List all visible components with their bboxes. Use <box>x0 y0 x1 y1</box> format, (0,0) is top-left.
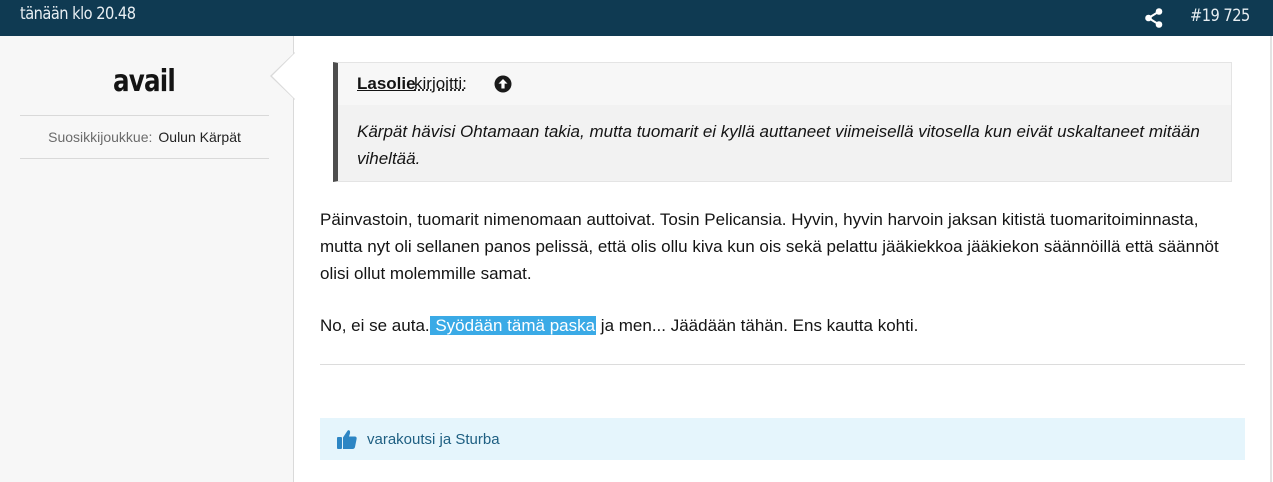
user-sidebar: avail Suosikkijoukkue: Oulun Kärpät <box>0 36 294 482</box>
post-body: Päinvastoin, tuomarit nimenomaan auttoiv… <box>320 206 1220 364</box>
post-text-segment: No, ei se auta. <box>320 316 430 335</box>
share-icon[interactable] <box>1143 7 1165 29</box>
quote-text: Kärpät hävisi Ohtamaan takia, mutta tuom… <box>357 122 1200 168</box>
speech-arrow-fill <box>272 53 295 99</box>
quote-wrote-link[interactable]: kirjoitti: <box>414 74 467 94</box>
post-header-bar: tänään klo 20.48 #19 725 <box>0 0 1273 36</box>
favorite-team-value: Oulun Kärpät <box>158 129 241 145</box>
thumbs-up-icon <box>336 428 358 450</box>
post-paragraph: Päinvastoin, tuomarit nimenomaan auttoiv… <box>320 210 1219 283</box>
username-link[interactable]: avail <box>26 64 262 99</box>
content-edge <box>1270 36 1272 482</box>
post-number-link[interactable]: #19 725 <box>1190 6 1250 26</box>
favorite-team-label: Suosikkijoukkue: <box>48 129 153 145</box>
likes-names-link[interactable]: varakoutsi ja Sturba <box>367 431 500 448</box>
post-paragraph: No, ei se auta. Syödään tämä paska ja me… <box>320 312 1220 339</box>
post-divider <box>320 364 1245 365</box>
favorite-team: Suosikkijoukkue: Oulun Kärpät <box>20 129 269 145</box>
post-timestamp[interactable]: tänään klo 20.48 <box>20 4 136 24</box>
arrow-up-circle-icon[interactable] <box>494 75 512 93</box>
sidebar-divider <box>20 158 269 159</box>
selected-text: Syödään tämä paska <box>429 316 597 335</box>
likes-bar: varakoutsi ja Sturba <box>320 418 1245 460</box>
quote-header: Lasolie kirjoitti: <box>338 63 1231 105</box>
sidebar-divider <box>20 115 269 116</box>
quote-author-link[interactable]: Lasolie <box>357 74 416 94</box>
quote-block: Lasolie kirjoitti: Kärpät hävisi Ohtamaa… <box>333 62 1232 182</box>
post-text-segment: ja men... Jäädään tähän. Ens kautta koht… <box>596 316 919 335</box>
